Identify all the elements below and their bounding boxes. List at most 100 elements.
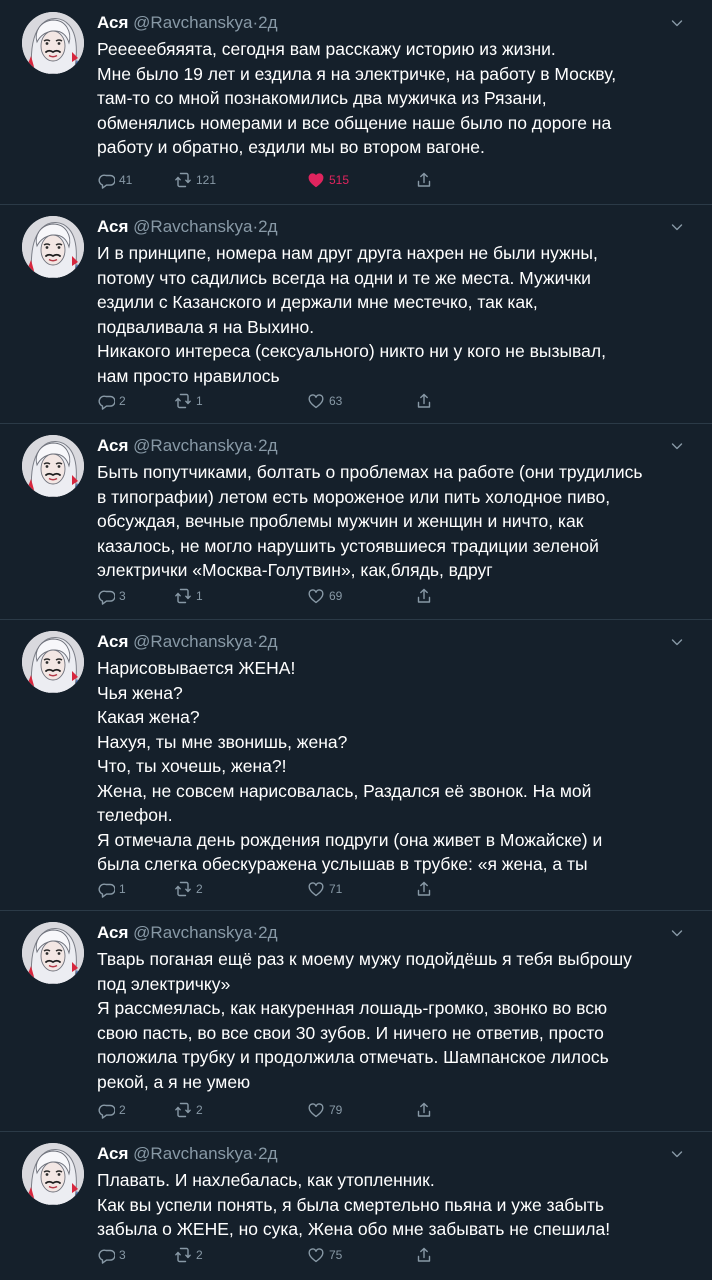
like-icon <box>308 173 324 188</box>
tweet[interactable]: Ася @Ravchanskya·2д И в принципе, номера … <box>0 204 712 424</box>
share-button[interactable] <box>415 390 433 412</box>
tweet-text-line: была слегка обескуражена услышав в трубк… <box>97 854 588 874</box>
tweet[interactable]: Ася @Ravchanskya·2д Плавать. И нахлебалас… <box>0 1131 712 1280</box>
author-handle[interactable]: @Ravchanskya <box>133 923 252 942</box>
like-button[interactable]: 69 <box>307 585 342 607</box>
tweet-text-line: Плавать. И нахлебалась, как утопленник. <box>97 1170 435 1190</box>
like-button[interactable]: 63 <box>307 390 342 412</box>
reply-count: 41 <box>119 173 133 187</box>
retweet-icon <box>175 881 191 897</box>
tweet[interactable]: Ася @Ravchanskya·2д Быть попутчиками, бол… <box>0 423 712 620</box>
chevron-down-icon[interactable] <box>670 439 684 453</box>
retweet-count: 1 <box>196 394 203 408</box>
share-button[interactable] <box>415 585 433 607</box>
tweet[interactable]: Ася @Ravchanskya·2д Тварь поганая ещё раз… <box>0 910 712 1132</box>
reply-icon <box>98 590 115 605</box>
tweet-text-line: подваливала я на Выхино. <box>97 316 315 337</box>
author-handle[interactable]: @Ravchanskya <box>133 13 252 32</box>
tweet-time[interactable]: 2д <box>258 1144 277 1163</box>
tweet-actions: 2 1 63 <box>97 390 457 412</box>
tweet[interactable]: Ася @Ravchanskya·2д Нарисовывается ЖЕНА! Ч… <box>0 619 712 911</box>
reply-button[interactable]: 2 <box>97 1099 126 1121</box>
share-icon <box>417 588 431 603</box>
author-name[interactable]: Ася <box>97 1144 128 1163</box>
reply-button[interactable]: 3 <box>97 585 126 607</box>
author-handle[interactable]: @Ravchanskya <box>133 436 252 455</box>
retweet-button[interactable]: 121 <box>174 169 216 191</box>
tweet[interactable]: Ася @Ravchanskya·2д Рееееебяяята, сегодня… <box>0 0 712 205</box>
avatar[interactable] <box>22 12 84 74</box>
tweet-actions: 2 2 79 <box>97 1099 457 1121</box>
share-button[interactable] <box>415 169 433 191</box>
retweet-count: 2 <box>196 1248 203 1262</box>
retweet-icon <box>175 172 191 188</box>
retweet-button[interactable]: 2 <box>174 1244 203 1266</box>
tweet-time[interactable]: 2д <box>258 217 277 236</box>
tweet-time[interactable]: 2д <box>258 923 277 942</box>
reply-button[interactable]: 1 <box>97 878 126 900</box>
share-button[interactable] <box>415 878 433 900</box>
avatar[interactable] <box>22 435 84 497</box>
share-icon <box>417 172 431 187</box>
author-handle[interactable]: @Ravchanskya <box>133 217 252 236</box>
tweet-header: Ася @Ravchanskya·2д <box>97 631 278 653</box>
share-button[interactable] <box>415 1099 433 1121</box>
tweet-actions: 3 2 75 <box>97 1244 457 1266</box>
reply-icon <box>98 1249 115 1264</box>
like-count: 75 <box>329 1248 343 1262</box>
chevron-down-icon[interactable] <box>670 220 684 234</box>
tweet-time[interactable]: 2д <box>258 13 277 32</box>
author-handle[interactable]: @Ravchanskya <box>133 1144 252 1163</box>
reply-button[interactable]: 41 <box>97 169 132 191</box>
share-button[interactable] <box>415 1244 433 1266</box>
retweet-button[interactable]: 2 <box>174 878 203 900</box>
chevron-down-icon[interactable] <box>670 926 684 940</box>
reply-button[interactable]: 3 <box>97 1244 126 1266</box>
chevron-down-icon[interactable] <box>670 635 684 649</box>
share-icon <box>417 1102 431 1117</box>
like-button[interactable]: 75 <box>307 1244 342 1266</box>
tweet-text-line: Чья жена? <box>97 682 183 703</box>
author-handle[interactable]: @Ravchanskya <box>133 632 252 651</box>
author-name[interactable]: Ася <box>97 217 128 236</box>
author-name[interactable]: Ася <box>97 923 128 942</box>
like-button[interactable]: 79 <box>307 1099 342 1121</box>
like-button[interactable]: 71 <box>307 878 342 900</box>
tweet-text-line: Я рассмеялась, как накуренная лошадь-гро… <box>97 998 608 1018</box>
tweet-header: Ася @Ravchanskya·2д <box>97 1143 278 1165</box>
avatar[interactable] <box>22 631 84 693</box>
tweet-header: Ася @Ravchanskya·2д <box>97 435 278 457</box>
chevron-down-icon[interactable] <box>670 16 684 30</box>
retweet-button[interactable]: 2 <box>174 1099 203 1121</box>
author-name[interactable]: Ася <box>97 13 128 32</box>
tweet-text-line: нам просто нравилось <box>97 365 280 386</box>
tweet-text-line: казалось, не могло нарушить устоявшиеся … <box>97 535 599 556</box>
share-icon <box>417 881 431 896</box>
reply-icon <box>98 1104 115 1119</box>
retweet-count: 2 <box>196 1103 203 1117</box>
retweet-count: 1 <box>196 589 203 603</box>
tweet-time[interactable]: 2д <box>258 632 277 651</box>
avatar[interactable] <box>22 1143 84 1205</box>
avatar[interactable] <box>22 922 84 984</box>
retweet-button[interactable]: 1 <box>174 390 203 412</box>
chevron-down-icon[interactable] <box>670 1147 684 1161</box>
reply-button[interactable]: 2 <box>97 390 126 412</box>
like-icon <box>308 882 324 897</box>
author-name[interactable]: Ася <box>97 436 128 455</box>
retweet-button[interactable]: 1 <box>174 585 203 607</box>
tweet-text-line: ездили с Казанского и держали мне местеч… <box>97 292 538 312</box>
tweet-time[interactable]: 2д <box>258 436 277 455</box>
author-name[interactable]: Ася <box>97 632 128 651</box>
reply-count: 1 <box>119 882 126 896</box>
reply-count: 3 <box>119 1248 126 1262</box>
tweet-text-line: Тварь поганая ещё раз к моему мужу подой… <box>97 949 632 969</box>
reply-icon <box>98 395 115 410</box>
like-count: 71 <box>329 882 343 896</box>
like-icon <box>308 589 324 604</box>
tweet-text-line: И в принципе, номера нам друг друга нахр… <box>97 243 598 263</box>
tweet-text-line: Рееееебяяята, сегодня вам расскажу истор… <box>97 39 556 59</box>
avatar[interactable] <box>22 216 84 278</box>
like-button[interactable]: 515 <box>307 169 349 191</box>
tweet-text-line: потому что садились всегда на одни и те … <box>97 267 591 288</box>
